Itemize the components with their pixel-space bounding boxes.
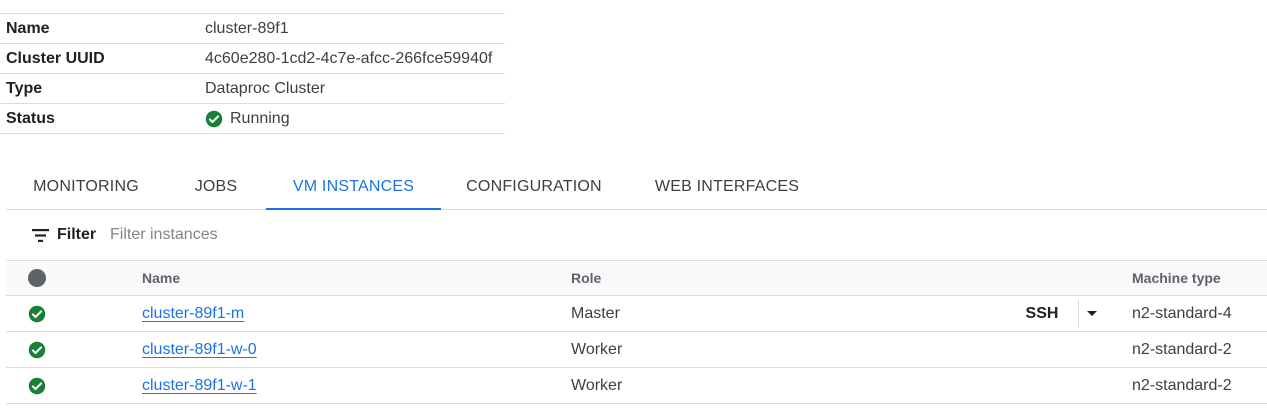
instance-link[interactable]: cluster-89f1-w-0 [142,341,257,359]
instance-link[interactable]: cluster-89f1-m [142,305,244,323]
tab-monitoring[interactable]: MONITORING [6,164,166,209]
ssh-dropdown-button[interactable] [1079,300,1103,328]
tab-vm-instances[interactable]: VM INSTANCES [266,164,441,210]
detail-label: Cluster UUID [6,49,105,67]
status-cell [28,296,46,331]
detail-value: 4c60e280-1cd2-4c7e-afcc-266fce59940f [205,49,493,67]
status-dot-icon [28,269,46,287]
check-circle-icon [28,305,46,322]
tab-web-interfaces[interactable]: WEB INTERFACES [627,164,827,209]
status-cell [28,332,46,367]
name-cell: cluster-89f1-m [142,296,244,331]
instance-link[interactable]: cluster-89f1-w-1 [142,377,257,395]
tab-jobs[interactable]: JOBS [166,164,266,209]
tab-configuration[interactable]: CONFIGURATION [441,164,627,209]
machine-type-cell: n2-standard-4 [1132,304,1232,322]
role-column-header[interactable]: Role [571,261,601,295]
detail-value: Dataproc Cluster [205,79,326,97]
machine-type-cell: n2-standard-2 [1132,340,1232,358]
table-row: cluster-89f1-m Master SSH n2-standard-4 [6,296,1267,332]
role-cell: Worker [571,376,623,394]
cluster-details: Name cluster-89f1 Cluster UUID 4c60e280-… [0,13,505,134]
tab-bar: MONITORING JOBS VM INSTANCES CONFIGURATI… [6,164,1267,210]
table-row: cluster-89f1-w-1 Worker n2-standard-2 [6,368,1267,404]
detail-row-status: Status Running [0,104,505,134]
filter-input[interactable] [110,223,510,247]
status-cell [28,368,46,403]
name-column-header[interactable]: Name [142,261,180,295]
detail-label: Name [6,19,50,37]
detail-value: cluster-89f1 [205,19,289,37]
name-cell: cluster-89f1-w-0 [142,332,257,367]
filter-bar: Filter [6,210,1267,260]
ssh-button[interactable]: SSH [1016,305,1068,323]
vm-instances-table: Name Role Machine type cluster-89f1-m Ma… [6,260,1267,404]
detail-value-status: Running [205,110,505,128]
check-circle-icon [205,110,223,127]
machine-type-column-header[interactable]: Machine type [1132,261,1221,295]
check-circle-icon [28,341,46,358]
filter-label[interactable]: Filter [57,226,96,244]
detail-label: Type [6,79,43,97]
detail-row-type: Type Dataproc Cluster [0,74,505,104]
status-column-header[interactable] [28,261,46,295]
name-cell: cluster-89f1-w-1 [142,368,257,403]
caret-down-icon [1087,311,1097,316]
status-text: Running [230,109,290,127]
role-cell: Worker [571,340,623,358]
detail-row-name: Name cluster-89f1 [0,14,505,44]
table-row: cluster-89f1-w-0 Worker n2-standard-2 [6,332,1267,368]
machine-type-cell: n2-standard-2 [1132,376,1232,394]
check-circle-icon [28,377,46,394]
filter-icon[interactable] [32,229,49,242]
detail-label: Status [6,109,55,127]
table-header: Name Role Machine type [6,260,1267,296]
role-cell: Master [571,304,620,322]
ssh-control: SSH [1016,296,1103,331]
detail-row-uuid: Cluster UUID 4c60e280-1cd2-4c7e-afcc-266… [0,44,505,74]
